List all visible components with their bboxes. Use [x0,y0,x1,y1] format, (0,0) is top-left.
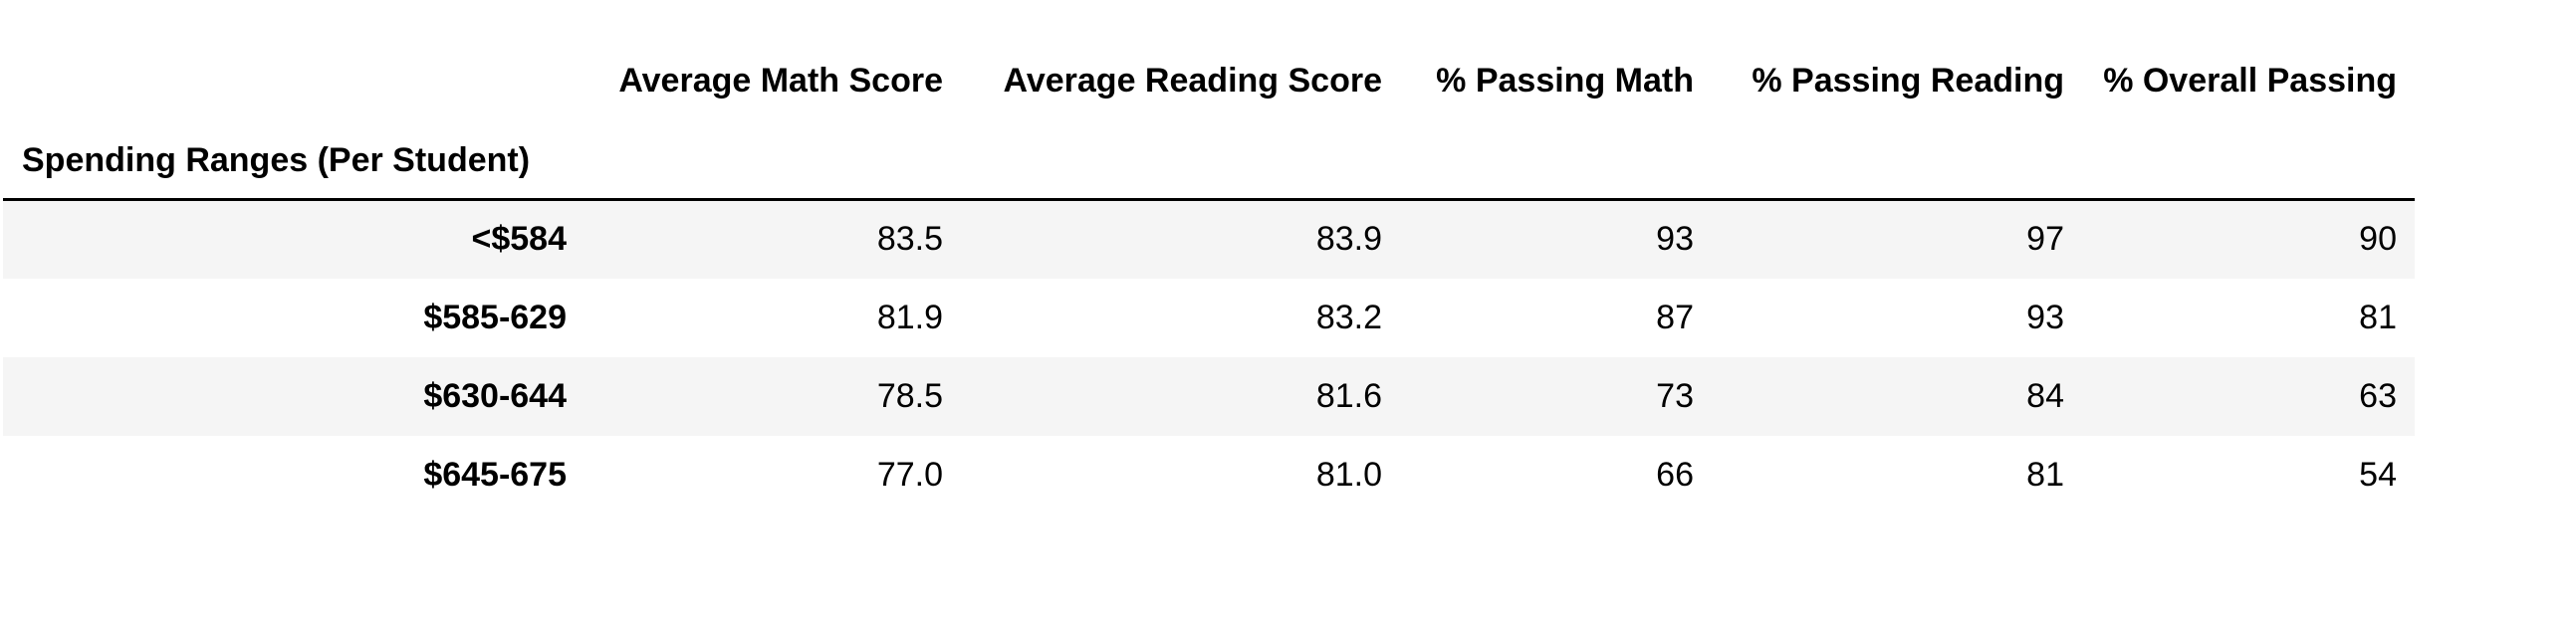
cell-passing-math: 73 [1656,376,1694,415]
index-row-blank [2082,122,2415,200]
cell-average-reading-score: 83.2 [1315,298,1382,336]
cell-average-math-score: 77.0 [876,455,943,494]
cell-average-reading-score: 81.6 [1315,376,1382,415]
cell-average-reading-score: 81.0 [1315,455,1382,494]
table-row: $645-675 77.0 81.0 66 81 54 [3,436,2415,514]
cell-overall-passing: 81 [2359,298,2397,336]
cell-overall-passing: 63 [2359,376,2397,415]
spending-summary-table: Average Math Score Average Reading Score… [3,40,2415,514]
cell-passing-math: 87 [1656,298,1694,336]
index-row-blank [1400,122,1712,200]
row-label: <$584 [471,220,568,259]
row-label: $630-644 [423,376,567,415]
index-name-row: Spending Ranges (Per Student) [3,122,2415,200]
cell-passing-reading: 81 [2026,455,2064,494]
column-header-average-math-score: Average Math Score [618,62,943,100]
cell-passing-math: 66 [1656,455,1694,494]
row-label: $645-675 [423,455,567,494]
row-label: $585-629 [423,298,567,336]
table-row: $585-629 81.9 83.2 87 93 81 [3,279,2415,357]
cell-overall-passing: 90 [2359,220,2397,259]
cell-passing-math: 93 [1656,220,1694,259]
column-header-row: Average Math Score Average Reading Score… [3,40,2415,122]
index-row-blank [1712,122,2082,200]
header-corner-blank [3,40,585,122]
cell-average-math-score: 81.9 [876,298,943,336]
column-header-passing-math: % Passing Math [1436,62,1694,100]
cell-average-math-score: 83.5 [876,220,943,259]
table-row: <$584 83.5 83.9 93 97 90 [3,199,2415,279]
cell-passing-reading: 97 [2026,220,2064,259]
table-row: $630-644 78.5 81.6 73 84 63 [3,356,2415,436]
column-header-overall-passing: % Overall Passing [2103,62,2397,100]
column-header-average-reading-score: Average Reading Score [1003,62,1382,100]
column-header-passing-reading: % Passing Reading [1752,62,2064,100]
cell-overall-passing: 54 [2359,455,2397,494]
dataframe-output: Average Math Score Average Reading Score… [3,40,2415,514]
index-row-blank [585,122,961,200]
cell-average-reading-score: 83.9 [1315,220,1382,259]
cell-passing-reading: 93 [2026,298,2064,336]
cell-passing-reading: 84 [2026,376,2064,415]
cell-average-math-score: 78.5 [876,376,943,415]
index-row-blank [961,122,1400,200]
index-name-header: Spending Ranges (Per Student) [22,140,531,179]
